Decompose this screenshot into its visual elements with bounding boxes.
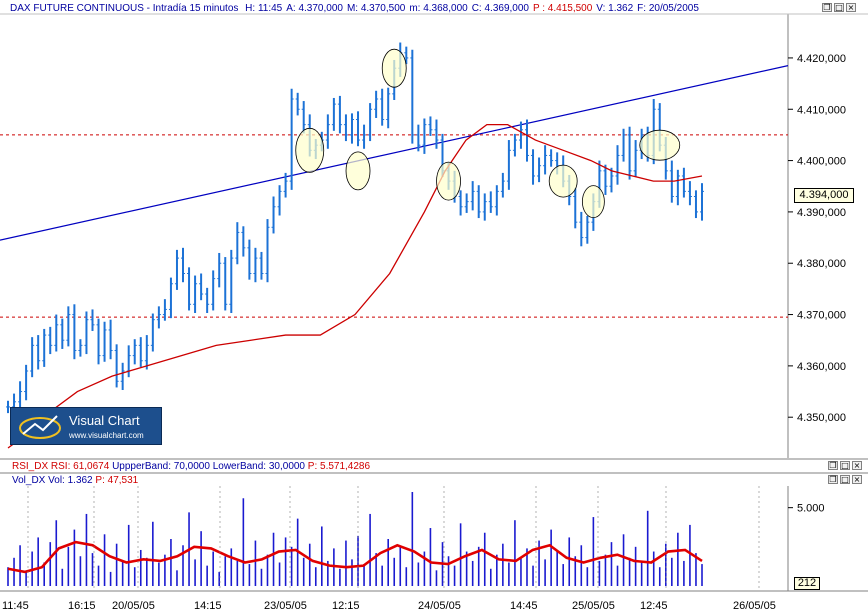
last-volume-label: 212 xyxy=(794,577,820,590)
price-chart[interactable]: 4.420,000 4.410,000 4.400,000 4.390,000 4.38… xyxy=(0,0,868,458)
rsi-lower-band: LowerBand: 30,0000 xyxy=(212,461,305,472)
last-price-label: 4.394,000 xyxy=(794,188,854,203)
y-tick-label: 4.360,000 xyxy=(797,361,846,373)
restore-button[interactable]: ❐ xyxy=(828,475,838,484)
y-tick-label: 4.390,000 xyxy=(797,207,846,219)
x-tick-label: 20/05/05 xyxy=(112,600,155,611)
y-tick-label: 4.350,000 xyxy=(797,412,846,424)
rsi-p: P: 5.571,4286 xyxy=(307,461,371,472)
close-button[interactable]: × xyxy=(852,475,862,484)
y-tick-label: 4.370,000 xyxy=(797,310,846,322)
volume-y-ticks: 5.000 xyxy=(788,503,825,515)
circled-point xyxy=(295,127,325,173)
x-tick-label: 14:15 xyxy=(194,600,222,611)
volume-value: Vol: 1.362 xyxy=(48,475,93,486)
logo-title: Visual Chart xyxy=(69,413,140,428)
price-y-ticks: 4.420,000 4.410,000 4.400,000 4.390,000 4.38… xyxy=(788,53,846,424)
volume-name: Vol_DX xyxy=(12,475,46,486)
y-tick-label: 4.420,000 xyxy=(797,53,846,65)
annotations xyxy=(0,65,789,318)
maximize-button[interactable]: □ xyxy=(840,461,850,470)
rsi-window-buttons: ❐ □ × xyxy=(828,461,862,470)
y-tick-label: 4.400,000 xyxy=(797,156,846,168)
circled-point xyxy=(436,161,461,201)
circled-point xyxy=(345,151,371,191)
circled-point xyxy=(548,164,578,198)
x-tick-label: 12:45 xyxy=(640,600,668,611)
y-tick-label: 5.000 xyxy=(797,503,825,515)
visual-chart-logo: Visual Chart www.visualchart.com xyxy=(10,407,162,445)
panel-separator xyxy=(0,472,868,474)
x-tick-label: 26/05/05 xyxy=(733,600,776,611)
x-tick-label: 16:15 xyxy=(68,600,96,611)
circled-point xyxy=(581,185,605,219)
x-tick-label: 24/05/05 xyxy=(418,600,461,611)
x-tick-label: 11:45 xyxy=(2,600,29,611)
volume-window-buttons: ❐ □ × xyxy=(828,475,862,484)
rsi-name: RSI_DX xyxy=(12,461,49,472)
x-tick-label: 23/05/05 xyxy=(264,600,307,611)
logo-url: www.visualchart.com xyxy=(69,431,144,440)
circled-point xyxy=(381,48,407,88)
x-tick-label: 14:45 xyxy=(510,600,538,611)
maximize-button[interactable]: □ xyxy=(840,475,850,484)
circled-point xyxy=(639,129,681,161)
logo-icon xyxy=(19,415,61,439)
volume-header: Vol_DX Vol: 1.362 P: 47,531 xyxy=(12,475,138,486)
rsi-value: RSI: 61,0674 xyxy=(50,461,110,472)
volume-p: P: 47,531 xyxy=(95,475,139,486)
panel-separator xyxy=(0,458,868,460)
overlays xyxy=(7,48,703,449)
close-button[interactable]: × xyxy=(852,461,862,470)
x-tick-label: 12:15 xyxy=(332,600,360,611)
x-tick-label: 25/05/05 xyxy=(572,600,615,611)
volume-chart[interactable]: 5.000 11:45 16:15 20/05/05 14:15 23/05/05 12:… xyxy=(0,486,868,611)
rsi-header: RSI_DX RSI: 61,0674 UppperBand: 70,0000 … xyxy=(12,461,370,472)
restore-button[interactable]: ❐ xyxy=(828,461,838,470)
y-tick-label: 4.380,000 xyxy=(797,258,846,270)
rsi-upper-band: UppperBand: 70,0000 xyxy=(112,461,210,472)
y-tick-label: 4.410,000 xyxy=(797,104,846,116)
price-bars xyxy=(6,42,704,416)
